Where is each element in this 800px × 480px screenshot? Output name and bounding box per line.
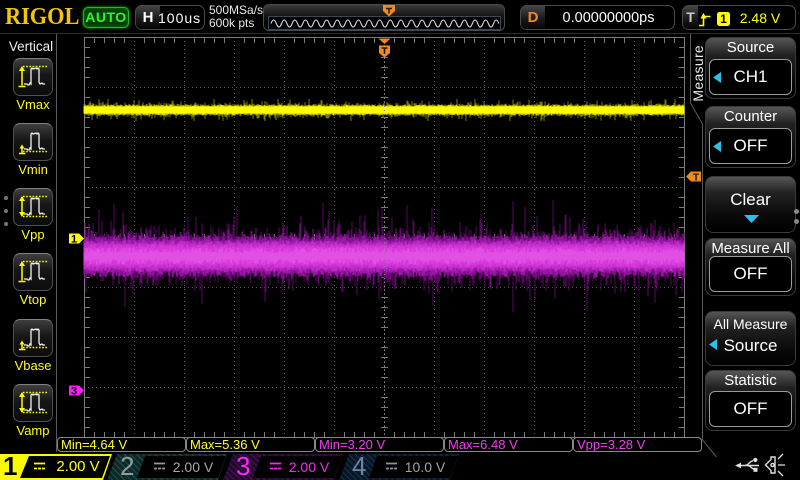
svg-text:1: 1 bbox=[71, 234, 77, 246]
svg-text:T: T bbox=[693, 173, 699, 184]
svg-text:3: 3 bbox=[71, 386, 77, 398]
